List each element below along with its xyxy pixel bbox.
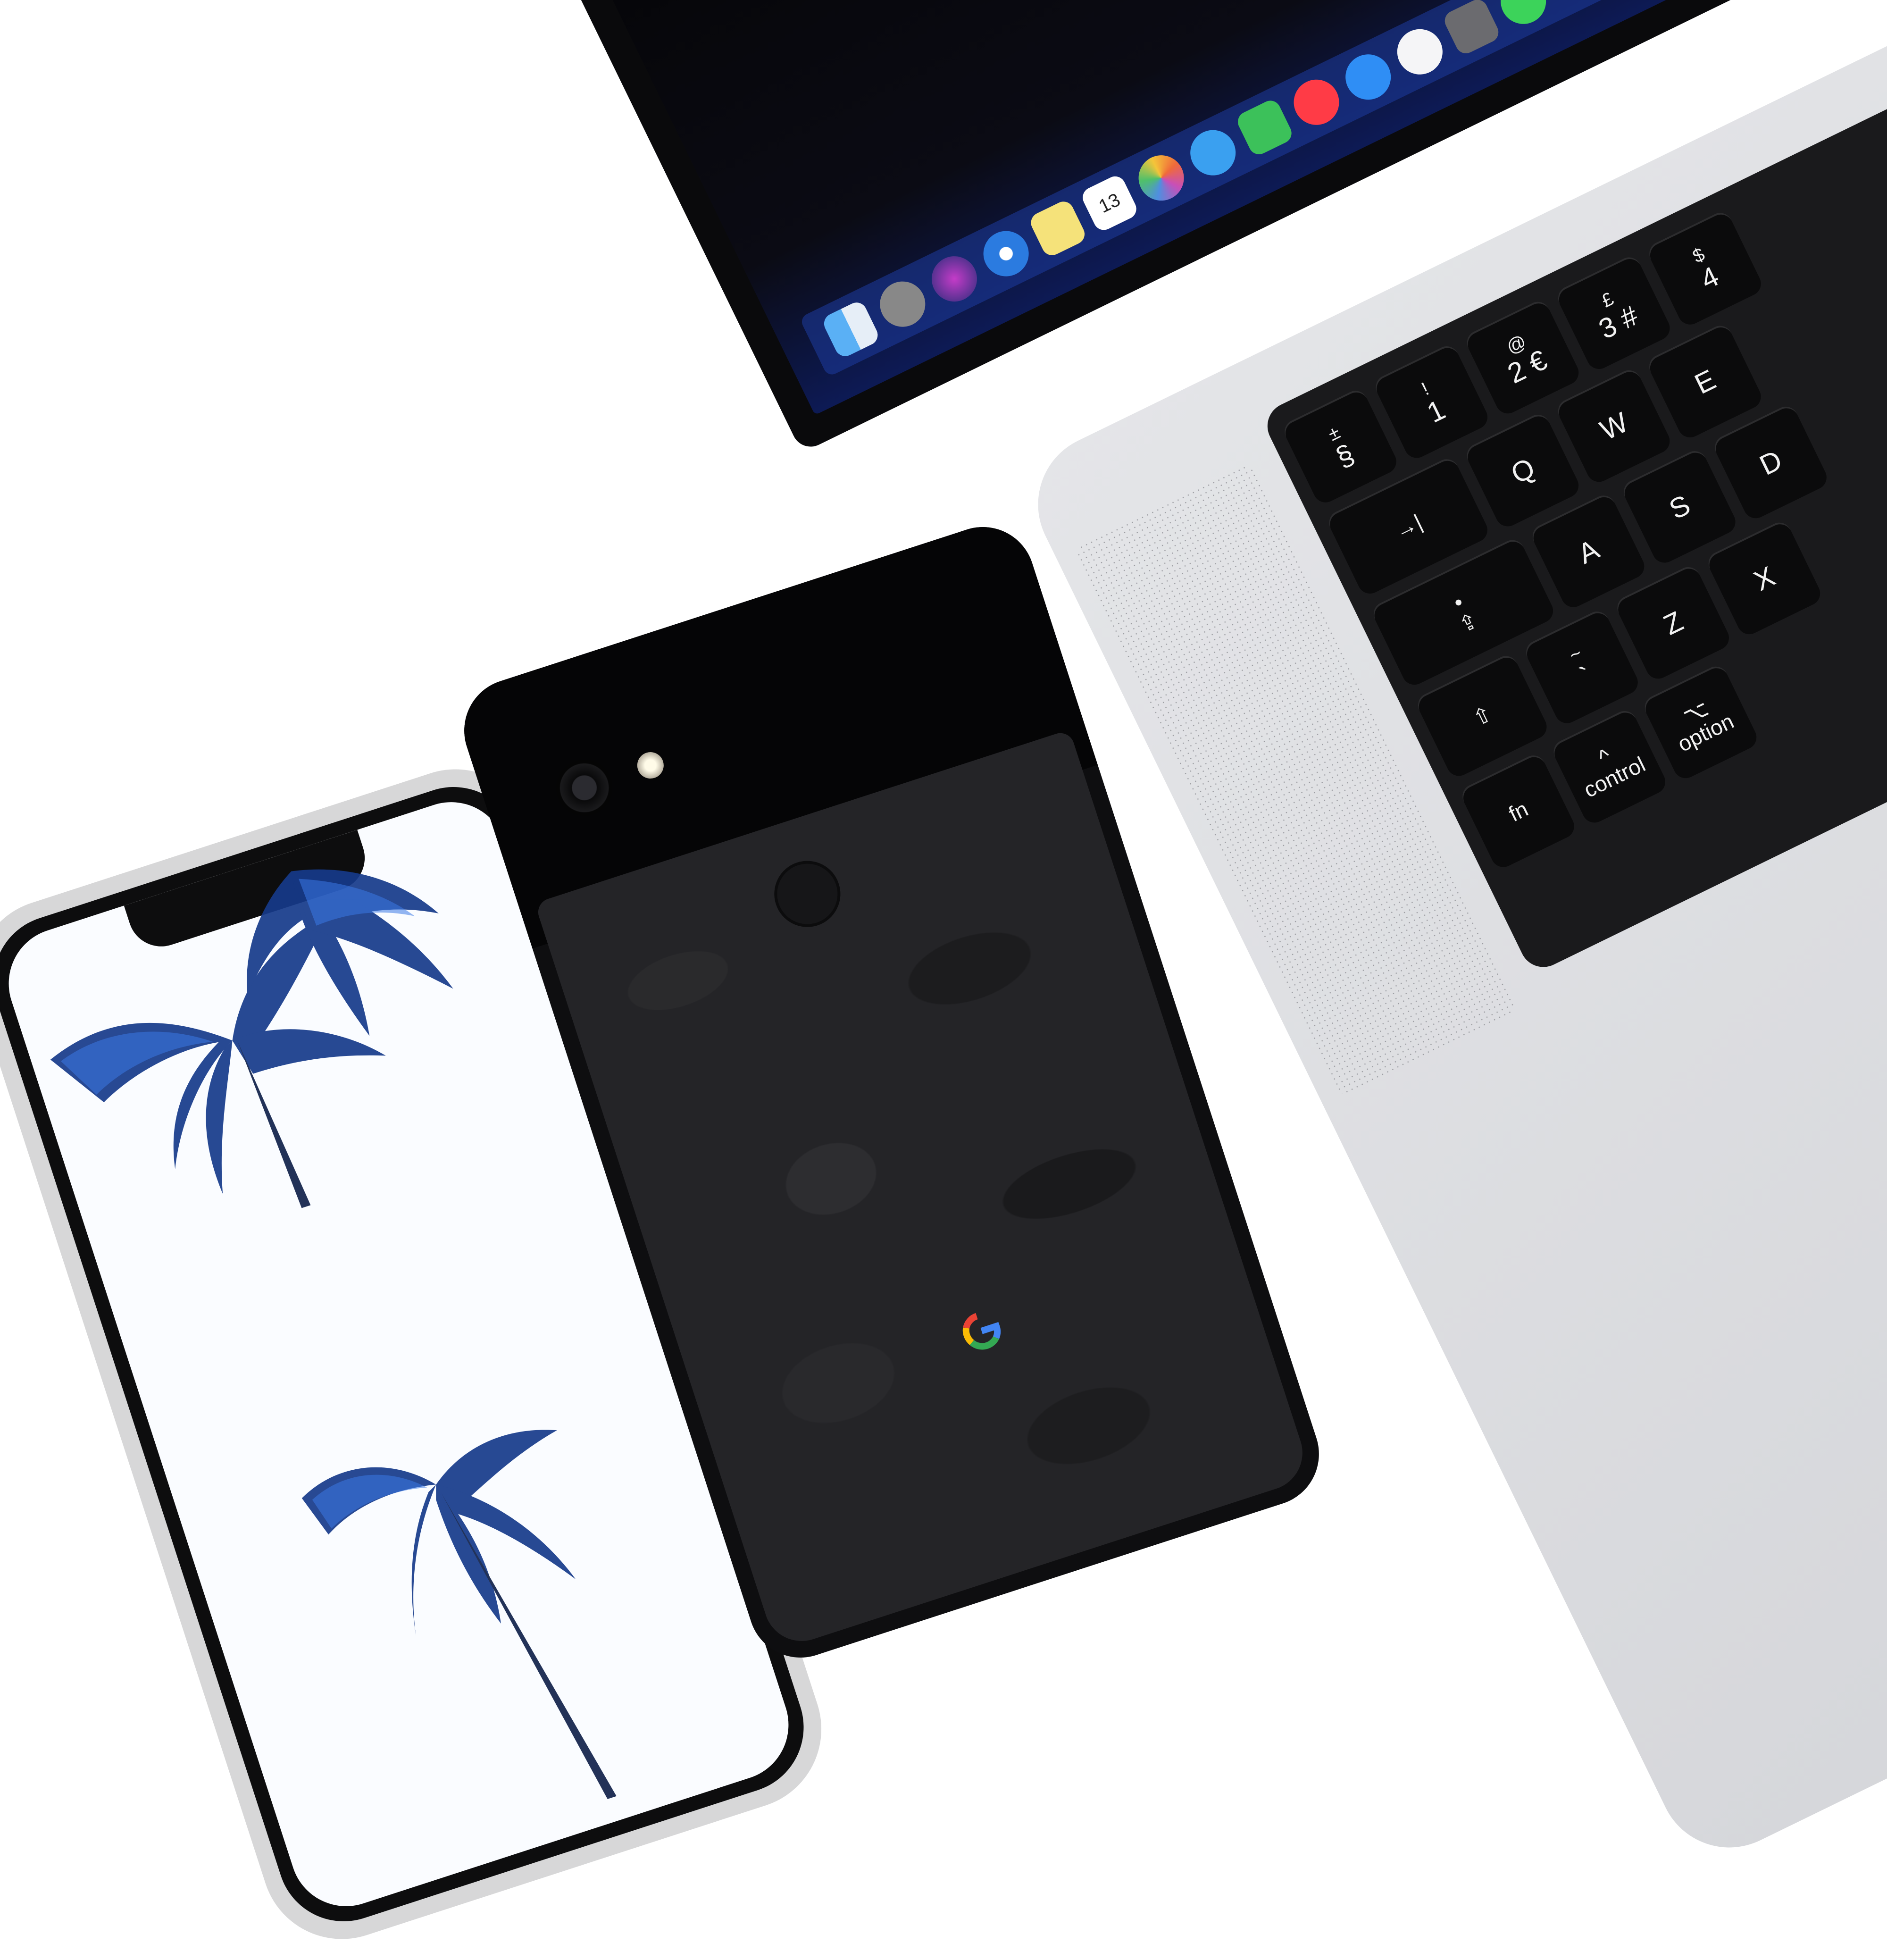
key-d[interactable]: D (1711, 402, 1831, 523)
key-label: § (1331, 437, 1359, 473)
key-label: A (1573, 533, 1604, 570)
key-label: Q (1506, 451, 1540, 490)
key-tilde[interactable]: ~ ` (1522, 607, 1642, 728)
news-icon[interactable] (1286, 72, 1347, 133)
whatsapp-icon[interactable] (1493, 0, 1554, 32)
key-label: E (1689, 363, 1721, 400)
key-label: ! (1418, 378, 1432, 400)
safari-icon[interactable] (976, 223, 1036, 284)
key-label: 3 # (1594, 299, 1643, 345)
photo-scene: 13 ± § ! 1 @ 2 € £ 3 # $ 4 →| Q W E • ⇪ … (0, 0, 1887, 1960)
key-label: ` (1575, 660, 1598, 693)
key-label: 4 (1695, 260, 1724, 295)
key-label: S (1664, 488, 1695, 526)
key-label: 1 (1422, 393, 1450, 429)
pixel-phone (451, 513, 1333, 1671)
key-label: W (1595, 406, 1633, 446)
key-4[interactable]: $ 4 (1645, 209, 1765, 329)
key-label: control (1579, 752, 1649, 803)
music-icon[interactable] (1389, 21, 1451, 82)
facetime-icon[interactable] (1234, 97, 1295, 158)
key-control[interactable]: ^ control (1549, 707, 1670, 827)
notes-icon[interactable] (1027, 198, 1088, 259)
key-label: D (1754, 444, 1787, 481)
app-store-icon[interactable] (1338, 47, 1399, 108)
key-label: X (1749, 560, 1780, 597)
key-x[interactable]: X (1704, 518, 1824, 638)
launchpad-icon[interactable] (872, 274, 933, 335)
key-label: →| (1390, 509, 1426, 544)
photos-icon[interactable] (1131, 147, 1192, 209)
finder-icon[interactable] (820, 299, 881, 360)
preview-icon[interactable] (1441, 0, 1502, 57)
key-z[interactable]: Z (1613, 563, 1733, 683)
siri-icon[interactable] (924, 248, 985, 310)
calendar-day: 13 (1095, 189, 1124, 217)
key-label: Z (1658, 604, 1688, 641)
calendar-icon[interactable]: 13 (1079, 173, 1140, 234)
key-label: fn (1504, 796, 1532, 827)
key-option[interactable]: ⌥ option (1640, 662, 1761, 782)
messages-icon[interactable] (1183, 122, 1244, 183)
key-fn[interactable]: fn (1458, 751, 1578, 871)
camo-skin (534, 729, 1312, 1651)
key-label: ⇧ (1469, 701, 1496, 731)
